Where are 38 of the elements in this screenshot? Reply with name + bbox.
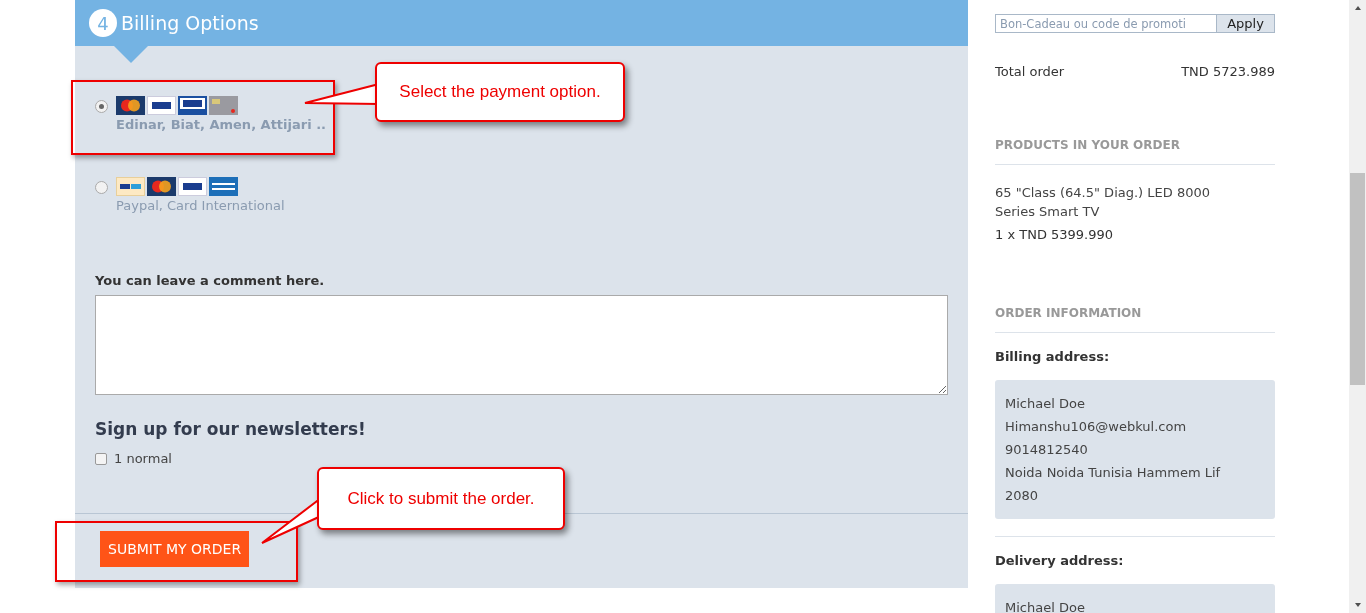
address-line: Michael Doe <box>1005 395 1086 413</box>
total-value: TND 5723.989 <box>1181 64 1275 79</box>
apply-button[interactable]: Apply <box>1216 15 1274 32</box>
comment-field[interactable] <box>95 295 948 395</box>
address-line: Noida Noida Tunisia Hammem Lif <box>1005 464 1222 482</box>
section-title: Billing Options <box>121 12 259 34</box>
section-heading: ORDER INFORMATION <box>995 306 1275 333</box>
card-icon <box>209 177 238 196</box>
scrollbar[interactable] <box>1349 0 1366 613</box>
comment-label: You can leave a comment here. <box>95 273 326 288</box>
card-icon <box>178 96 207 115</box>
radio-button[interactable] <box>95 100 108 113</box>
address-line: 9014812540 <box>1005 441 1089 459</box>
card-icon <box>147 177 176 196</box>
address-line: Michael Doe <box>1005 599 1086 613</box>
card-icon <box>116 96 145 115</box>
radio-button[interactable] <box>95 181 108 194</box>
address-line: 2080 <box>1005 487 1040 505</box>
card-icon <box>178 177 207 196</box>
payment-label: Paypal, Card International <box>116 198 285 213</box>
scroll-thumb[interactable] <box>1350 173 1365 385</box>
section-heading: PRODUCTS IN YOUR ORDER <box>995 138 1275 165</box>
payment-label: Edinar, Biat, Amen, Attijari .. <box>116 117 327 132</box>
step-number: 4 <box>89 9 117 37</box>
total-label: Total order <box>995 64 1065 79</box>
callout-text: Select the payment option. <box>375 62 625 122</box>
address-line: Himanshu106@webkul.com <box>1005 418 1188 436</box>
card-icon <box>147 96 176 115</box>
newsletter-heading: Sign up for our newsletters! <box>95 419 367 439</box>
address-title: Billing address: <box>995 349 1111 364</box>
product-name: 65 "Class (64.5" Diag.) LED 8000 Series Smart TV <box>995 184 1211 221</box>
checkbox-label: 1 normal <box>114 451 172 466</box>
coupon-field[interactable]: Bon-Cadeau ou code de promoti Apply <box>995 14 1275 33</box>
product-quantity: 1 x TND 5399.990 <box>995 227 1115 242</box>
address-title: Delivery address: <box>995 553 1125 568</box>
card-icon <box>209 96 238 115</box>
card-icon <box>116 177 145 196</box>
checkbox[interactable] <box>95 452 107 465</box>
